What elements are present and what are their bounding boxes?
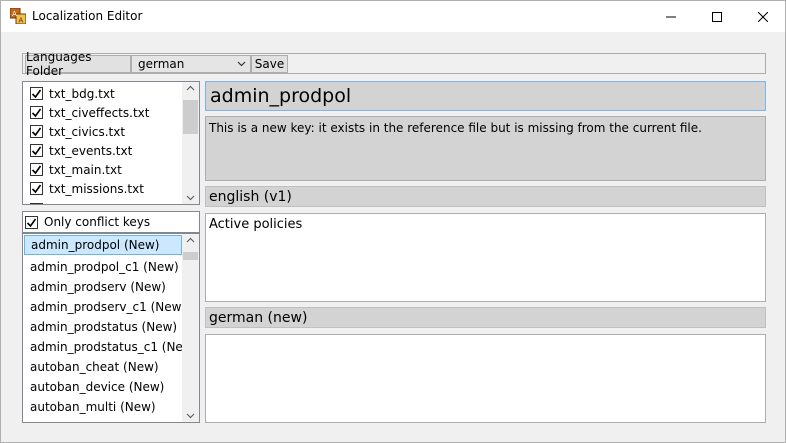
file-checkbox[interactable]: [30, 182, 43, 195]
file-name: txt_main.txt: [49, 162, 122, 177]
close-button[interactable]: [740, 1, 786, 32]
key-item[interactable]: autoban_cheat (New): [24, 357, 182, 377]
file-checkbox[interactable]: [30, 125, 43, 138]
maximize-icon: [712, 11, 722, 22]
current-text-field[interactable]: [205, 334, 766, 423]
key-item[interactable]: admin_prodserv (New): [24, 277, 182, 297]
file-name: txt_civics.txt: [49, 124, 126, 139]
file-checkbox[interactable]: [30, 106, 43, 119]
file-item[interactable]: txt_bdg.txt: [30, 84, 115, 103]
checkmark-icon: [26, 218, 37, 227]
key-name-field[interactable]: admin_prodpol: [205, 81, 766, 111]
chevron-down-icon: [237, 61, 246, 67]
scroll-up-icon[interactable]: [186, 85, 195, 91]
file-checkbox[interactable]: [30, 144, 43, 157]
checkmark-icon: [31, 127, 42, 137]
file-name: txt_events.txt: [49, 143, 133, 158]
file-item[interactable]: txt_civeffects.txt: [30, 103, 149, 122]
minimize-button[interactable]: [648, 1, 694, 32]
key-item[interactable]: admin_prodpol_c1 (New): [24, 257, 182, 277]
conflict-label: Only conflict keys: [44, 215, 151, 229]
conflict-checkbox[interactable]: [25, 215, 38, 229]
file-list[interactable]: txt_bdg.txt txt_civeffects.txt txt_civic…: [22, 81, 200, 205]
reference-text-field[interactable]: Active policies: [205, 213, 766, 302]
window-title: Localization Editor: [32, 9, 143, 23]
key-status-message: This is a new key: it exists in the refe…: [205, 116, 766, 181]
scroll-down-icon[interactable]: [186, 413, 195, 419]
file-checkbox[interactable]: [30, 163, 43, 176]
checkmark-icon: [31, 165, 42, 175]
toolbar: Languages Folder german Save: [22, 50, 766, 78]
file-item[interactable]: txt_events.txt: [30, 141, 132, 160]
key-item[interactable]: admin_prodstatus (New): [24, 317, 182, 337]
key-item[interactable]: admin_prodstatus_c1 (New): [24, 337, 197, 357]
close-icon: [758, 11, 768, 22]
key-item[interactable]: autoban_device (New): [24, 377, 182, 397]
language-select-value: german: [138, 57, 185, 71]
file-item[interactable]: txt_main.txt: [30, 160, 122, 179]
app-icon: A A: [10, 8, 26, 24]
key-item[interactable]: admin_prodserv_c1 (New): [24, 297, 186, 317]
reference-language-header: english (v1): [205, 186, 766, 207]
file-item-partial: [30, 200, 49, 204]
maximize-button[interactable]: [694, 1, 740, 32]
checkmark-icon: [31, 89, 42, 99]
title-bar: A A Localization Editor: [1, 1, 785, 32]
file-list-scrollbar[interactable]: [182, 82, 199, 204]
app-window: A A Localization Editor Languages Folder…: [0, 0, 786, 443]
file-item[interactable]: txt_civics.txt: [30, 122, 125, 141]
scroll-thumb[interactable]: [183, 100, 198, 134]
key-item[interactable]: autoban_multi (New): [24, 397, 182, 417]
only-conflict-keys-toggle[interactable]: Only conflict keys: [22, 211, 200, 233]
svg-text:A: A: [19, 17, 24, 25]
minimize-icon: [666, 16, 676, 17]
key-item-selected[interactable]: admin_prodpol (New): [24, 235, 182, 255]
language-select[interactable]: german: [131, 55, 251, 73]
file-item[interactable]: txt_missions.txt: [30, 179, 144, 198]
file-checkbox[interactable]: [30, 87, 43, 100]
scroll-up-icon[interactable]: [186, 237, 195, 243]
key-list-scrollbar[interactable]: [182, 234, 199, 422]
current-language-header: german (new): [205, 307, 766, 328]
scroll-thumb[interactable]: [183, 252, 198, 260]
save-button[interactable]: Save: [251, 55, 288, 73]
svg-text:A: A: [12, 10, 17, 18]
checkmark-icon: [31, 146, 42, 156]
file-name: txt_missions.txt: [49, 181, 144, 196]
scroll-down-icon[interactable]: [186, 195, 195, 201]
key-list[interactable]: admin_prodpol (New) admin_prodpol_c1 (Ne…: [22, 233, 200, 423]
checkmark-icon: [31, 184, 42, 194]
file-checkbox: [30, 203, 43, 204]
file-name: txt_bdg.txt: [49, 86, 115, 101]
languages-folder-button[interactable]: Languages Folder: [25, 50, 131, 78]
checkmark-icon: [31, 108, 42, 118]
file-name: txt_civeffects.txt: [49, 105, 150, 120]
